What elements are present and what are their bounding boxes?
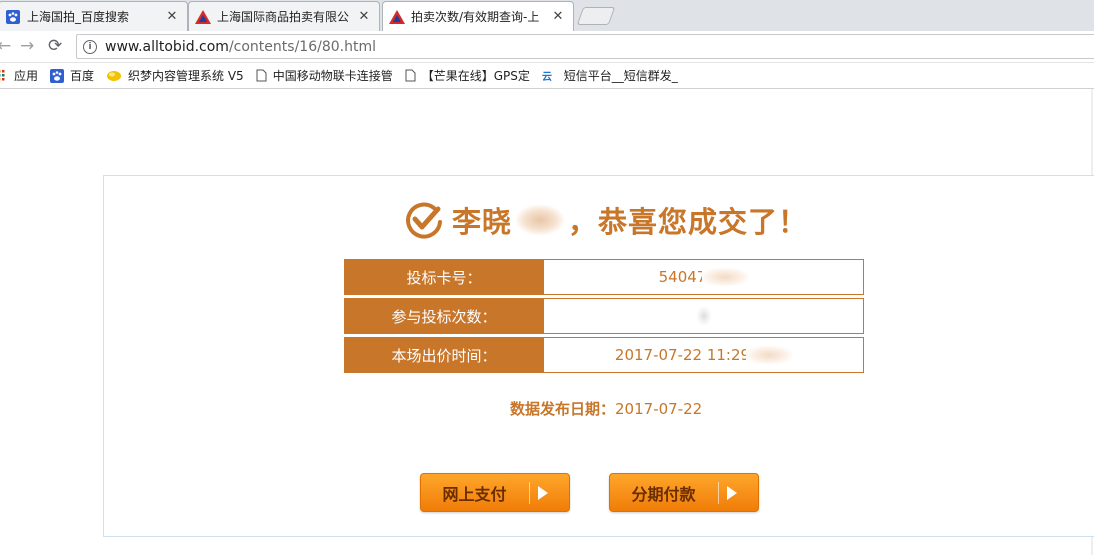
result-info-table: 投标卡号： 54047 参与投标次数： 本场出价时间： 2017-07-22 1… xyxy=(344,259,864,376)
close-icon[interactable]: ✕ xyxy=(357,9,371,24)
bid-time-label: 本场出价时间： xyxy=(344,337,544,373)
congratulations-heading: 李晓 ，恭喜您成交了！ xyxy=(404,198,808,242)
bookmark-sms-platform[interactable]: 云 短信平台__短信群发_ xyxy=(542,67,678,84)
browser-toolbar: ← → ⟳ i www.alltobid.com/contents/16/80.… xyxy=(0,31,1094,63)
bid-count-value xyxy=(544,298,864,334)
page-content: 李晓 ，恭喜您成交了！ 投标卡号： 54047 参与投标次数： 本场出价时间： … xyxy=(0,89,1094,555)
redacted-digits xyxy=(702,268,749,286)
tab-title: 上海国际商品拍卖有限公 xyxy=(217,10,350,24)
bookmark-label: 百度 xyxy=(70,69,95,83)
tab-alltobid-home[interactable]: 上海国际商品拍卖有限公 ✕ xyxy=(188,1,380,31)
url-host: www.alltobid.com xyxy=(105,38,229,55)
bid-card-number: 54047 xyxy=(658,268,707,286)
reload-icon[interactable]: ⟳ xyxy=(48,37,62,55)
online-payment-button[interactable]: 网上支付 xyxy=(420,473,570,512)
bookmark-label: 短信平台__短信群发_ xyxy=(563,69,678,83)
bookmark-cmcc-iot[interactable]: 中国移动物联卡连接管 xyxy=(256,67,393,84)
redacted-name xyxy=(516,205,565,235)
alltobid-logo-icon xyxy=(195,9,211,25)
bid-card-label: 投标卡号： xyxy=(344,259,544,295)
info-icon[interactable]: i xyxy=(83,39,97,54)
close-icon[interactable]: ✕ xyxy=(551,9,565,24)
installment-payment-button[interactable]: 分期付款 xyxy=(609,473,759,512)
close-icon[interactable]: ✕ xyxy=(165,9,179,24)
tab-baidu-search[interactable]: 上海国拍_百度搜索 ✕ xyxy=(0,1,188,31)
bid-count-label: 参与投标次数： xyxy=(344,298,544,334)
tab-title: 拍卖次数/有效期查询-上 xyxy=(411,10,540,24)
table-row: 本场出价时间： 2017-07-22 11:29 xyxy=(344,337,864,373)
dedecms-icon xyxy=(106,70,122,82)
tab-auction-query[interactable]: 拍卖次数/有效期查询-上 ✕ xyxy=(382,1,574,31)
redacted-count xyxy=(696,307,711,325)
address-bar[interactable]: i www.alltobid.com/contents/16/80.html xyxy=(76,34,1094,59)
alltobid-logo-icon xyxy=(389,9,405,25)
publish-date-label: 数据发布日期： xyxy=(510,400,616,418)
auction-result-panel: 李晓 ，恭喜您成交了！ 投标卡号： 54047 参与投标次数： 本场出价时间： … xyxy=(103,175,1094,537)
bid-time-value: 2017-07-22 11:29 xyxy=(544,337,864,373)
tab-title: 上海国拍_百度搜索 xyxy=(27,10,130,24)
redacted-seconds xyxy=(746,346,793,364)
checkmark-circle-icon xyxy=(404,200,444,240)
publish-date-value: 2017-07-22 xyxy=(615,400,703,418)
forward-arrow-icon[interactable]: → xyxy=(20,37,34,55)
bid-time-text: 2017-07-22 11:29 xyxy=(614,346,751,364)
page-icon xyxy=(256,69,267,82)
bookmark-mango-gps[interactable]: 【芒果在线】GPS定位 xyxy=(405,67,530,84)
svg-text:云: 云 xyxy=(542,71,552,82)
new-tab-button[interactable] xyxy=(576,7,616,25)
sms-platform-icon: 云 xyxy=(542,70,558,82)
play-arrow-icon xyxy=(537,485,548,500)
bookmark-label: 织梦内容管理系统 V5 xyxy=(128,69,244,83)
url-path: /contents/16/80.html xyxy=(228,38,376,55)
table-row: 参与投标次数： xyxy=(344,298,864,334)
bookmark-apps[interactable]: 应用 xyxy=(0,67,38,84)
button-divider xyxy=(528,481,530,504)
publish-date-line: 数据发布日期：2017-07-22 xyxy=(510,398,702,419)
bookmark-label: 【芒果在线】GPS定位 xyxy=(421,69,530,83)
congrats-text: ，恭喜您成交了！ xyxy=(568,205,809,239)
apps-grid-icon xyxy=(0,69,8,82)
back-arrow-icon[interactable]: ← xyxy=(0,37,11,55)
bookmark-label: 中国移动物联卡连接管 xyxy=(272,69,393,83)
bookmark-baidu[interactable]: 百度 xyxy=(50,67,94,84)
tab-strip: 上海国拍_百度搜索 ✕ 上海国际商品拍卖有限公 ✕ 拍卖次数/有效期查询-上 ✕ xyxy=(0,0,1094,31)
bookmark-label: 应用 xyxy=(14,69,39,83)
installment-label: 分期付款 xyxy=(631,484,696,504)
play-arrow-icon xyxy=(726,485,737,500)
baidu-paw-icon xyxy=(50,68,65,83)
online-payment-label: 网上支付 xyxy=(442,484,507,504)
table-row: 投标卡号： 54047 xyxy=(344,259,864,295)
winner-name: 李晓 xyxy=(452,205,513,239)
bid-card-value: 54047 xyxy=(544,259,864,295)
bookmarks-bar: 应用 百度 织梦内容管理系统 V5 中国移动物联卡连接管 【芒果在线】GPS定位… xyxy=(0,63,1094,89)
baidu-paw-icon xyxy=(5,9,21,25)
button-divider xyxy=(717,481,719,504)
page-icon xyxy=(405,69,416,82)
bookmark-dedecms[interactable]: 织梦内容管理系统 V5 xyxy=(106,67,244,84)
